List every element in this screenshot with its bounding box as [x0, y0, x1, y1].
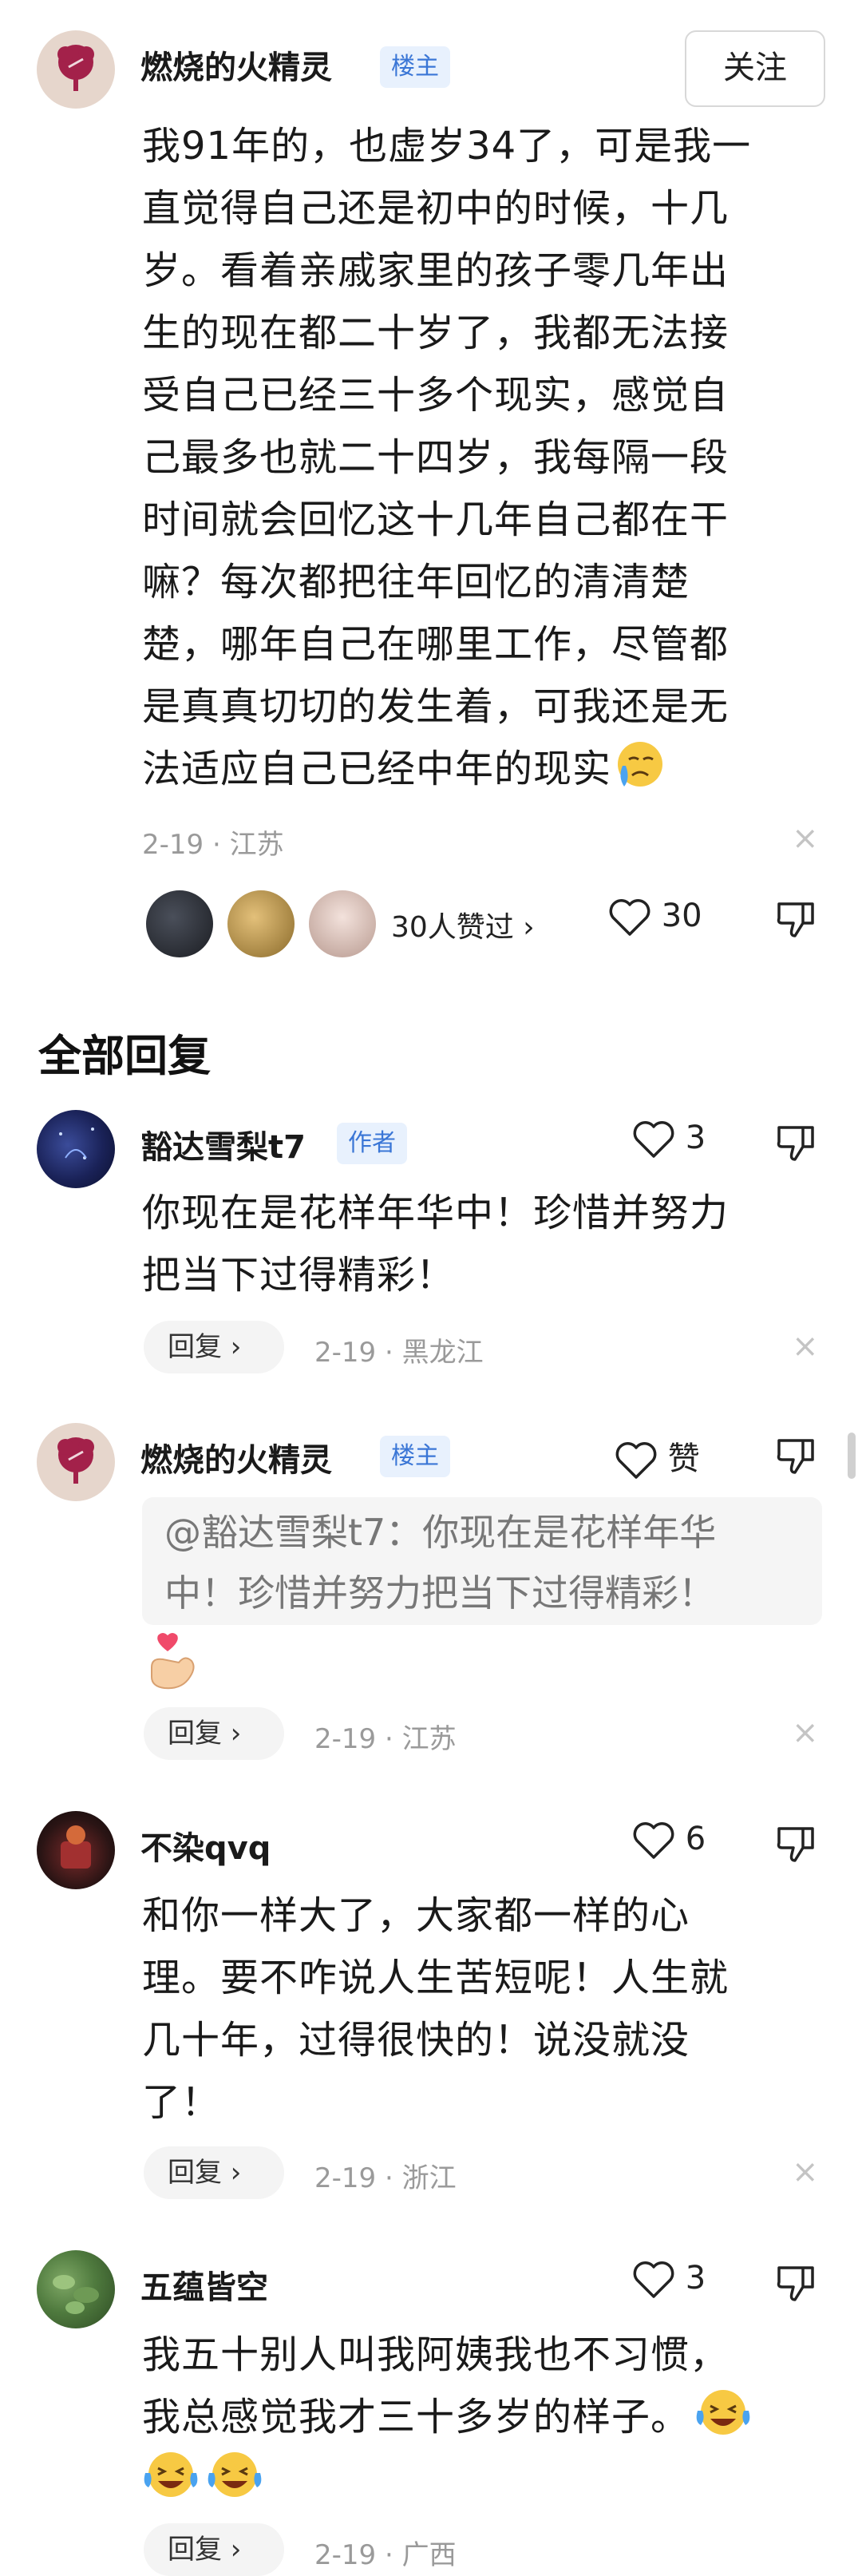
- reply-meta: 2-19 · 黑龙江: [314, 1337, 484, 1369]
- crying-emoji: [618, 742, 663, 787]
- reply-line: 我五十别人叫我阿姨我也不习惯，: [142, 2332, 730, 2377]
- avatar[interactable]: [37, 2250, 115, 2328]
- comment-line: 楚，哪年自己在哪里工作，尽管都: [142, 622, 730, 667]
- laughing-tears-emoji: [144, 2452, 198, 2497]
- author-name[interactable]: 燃烧的火精灵: [140, 1434, 332, 1480]
- comment-line: 时间就会回忆这十几年自己都在干: [142, 497, 730, 542]
- author-badge: 作者: [337, 1123, 407, 1164]
- section-title: 全部回复: [38, 1031, 211, 1081]
- heart-icon: [633, 2261, 674, 2298]
- reply-line: 理。要不咋说人生苦短呢！人生就: [142, 1956, 730, 2000]
- like-count: 3: [685, 1120, 706, 1156]
- comment-line: 是真真切切的发生着，可我还是无: [142, 684, 730, 729]
- thumbs-down-icon[interactable]: [774, 898, 817, 941]
- avatar-art: [61, 1825, 91, 1869]
- reply-meta: 2-19 · 广西: [314, 2539, 457, 2571]
- reply-meta: 2-19 · 江苏: [314, 1723, 457, 1755]
- avatar[interactable]: [37, 1110, 115, 1188]
- reply-line: 和你一样大了，大家都一样的心: [142, 1893, 690, 1938]
- like-count: 6: [685, 1821, 706, 1857]
- like-button[interactable]: 3: [632, 2260, 706, 2300]
- heart-icon: [633, 1822, 674, 1859]
- author-name[interactable]: 燃烧的火精灵: [140, 42, 332, 88]
- close-icon[interactable]: ×: [792, 1330, 819, 1362]
- author-name[interactable]: 不染qvq: [140, 1822, 271, 1869]
- heart-icon: [633, 1121, 674, 1158]
- scroll-indicator[interactable]: [848, 1433, 856, 1479]
- flower-icon: [57, 1437, 94, 1484]
- comment-line: 受自己已经三十多个现实，感觉自: [142, 373, 730, 418]
- reply-button[interactable]: 回复 ›: [144, 2146, 284, 2199]
- like-label: 赞: [667, 1441, 700, 1477]
- laughing-tears-emoji: [208, 2452, 262, 2497]
- like-count: 30: [661, 898, 702, 934]
- flower-icon: [57, 45, 94, 91]
- reply-meta: 2-19 · 浙江: [314, 2162, 457, 2194]
- avatar[interactable]: [37, 30, 115, 109]
- finger-heart-emoji: [151, 1633, 195, 1690]
- comment-line: 嘛？每次都把往年回忆的清清楚: [142, 560, 690, 604]
- reply-button[interactable]: 回复 ›: [144, 2523, 284, 2576]
- thumbs-down-icon[interactable]: [774, 1822, 817, 1865]
- thumbs-down-icon[interactable]: [774, 2261, 817, 2305]
- comment-line: 法适应自己已经中年的现实: [142, 738, 828, 800]
- close-icon[interactable]: ×: [792, 822, 819, 854]
- op-badge: 楼主: [380, 1436, 450, 1477]
- comment-meta: 2-19 · 江苏: [142, 829, 284, 861]
- comment-body: 我91年的，也虚岁34了，可是我一 直觉得自己还是初中的时候，十几 岁。看着亲戚…: [142, 115, 828, 800]
- reply-line: 我总感觉我才三十多岁的样子。: [142, 2386, 844, 2448]
- quoted-reply: @豁达雪梨t7：你现在是花样年华 中！珍惜并努力把当下过得精彩！: [142, 1497, 822, 1625]
- reply-button[interactable]: 回复 ›: [144, 1321, 284, 1373]
- comment-line: 直觉得自己还是初中的时候，十几: [142, 186, 730, 231]
- emoji-line: [142, 2448, 844, 2511]
- thumbs-down-icon[interactable]: [774, 1121, 817, 1164]
- avatar-art: [59, 1127, 94, 1159]
- close-icon[interactable]: ×: [792, 2156, 819, 2188]
- heart-icon: [615, 1442, 657, 1479]
- reply-body: 和你一样大了，大家都一样的心 理。要不咋说人生苦短呢！人生就 几十年，过得很快的…: [142, 1884, 828, 2134]
- quote-line: 中！珍惜并努力把当下过得精彩！: [164, 1571, 715, 1615]
- avatar[interactable]: [37, 1423, 115, 1501]
- author-name[interactable]: 豁达雪梨t7: [140, 1121, 306, 1167]
- like-button[interactable]: 6: [632, 1821, 706, 1861]
- avatar-art: [53, 2275, 99, 2314]
- like-button[interactable]: 3: [632, 1120, 706, 1159]
- follow-button[interactable]: 关注: [685, 30, 825, 107]
- comment-line: 我91年的，也虚岁34了，可是我一: [142, 124, 752, 168]
- author-name[interactable]: 五蕴皆空: [140, 2261, 268, 2308]
- like-button[interactable]: 赞: [615, 1433, 700, 1480]
- comment-line: 岁。看着亲戚家里的孩子零几年出: [142, 248, 730, 293]
- like-count: 3: [685, 2260, 706, 2297]
- reply-body: 你现在是花样年华中！珍惜并努力 把当下过得精彩！: [142, 1182, 828, 1306]
- comment-line: 己最多也就二十四岁，我每隔一段: [142, 435, 730, 480]
- heart-icon: [609, 899, 650, 936]
- like-button[interactable]: 30: [608, 898, 702, 937]
- laughing-tears-emoji: [696, 2390, 750, 2435]
- comment-line: 生的现在都二十岁了，我都无法接: [142, 311, 730, 355]
- reply-button[interactable]: 回复 ›: [144, 1707, 284, 1760]
- liker-avatar: [144, 888, 216, 960]
- reply-body: 我五十别人叫我阿姨我也不习惯， 我总感觉我才三十多岁的样子。: [142, 2324, 844, 2511]
- likers-count[interactable]: 30人赞过 ›: [391, 904, 535, 945]
- avatar[interactable]: [37, 1811, 115, 1889]
- reply-line: 了！: [142, 2080, 221, 2125]
- quote-line: @豁达雪梨t7：你现在是花样年华: [164, 1511, 717, 1554]
- reply-line: 你现在是花样年华中！珍惜并努力: [142, 1191, 730, 1235]
- liker-avatar: [306, 888, 378, 960]
- thumbs-down-icon[interactable]: [774, 1434, 817, 1477]
- op-badge: 楼主: [380, 46, 450, 88]
- reply-line: 几十年，过得很快的！说没就没: [142, 2018, 690, 2063]
- liker-avatar: [225, 888, 297, 960]
- close-icon[interactable]: ×: [792, 1717, 819, 1749]
- reply-line: 把当下过得精彩！: [142, 1253, 456, 1298]
